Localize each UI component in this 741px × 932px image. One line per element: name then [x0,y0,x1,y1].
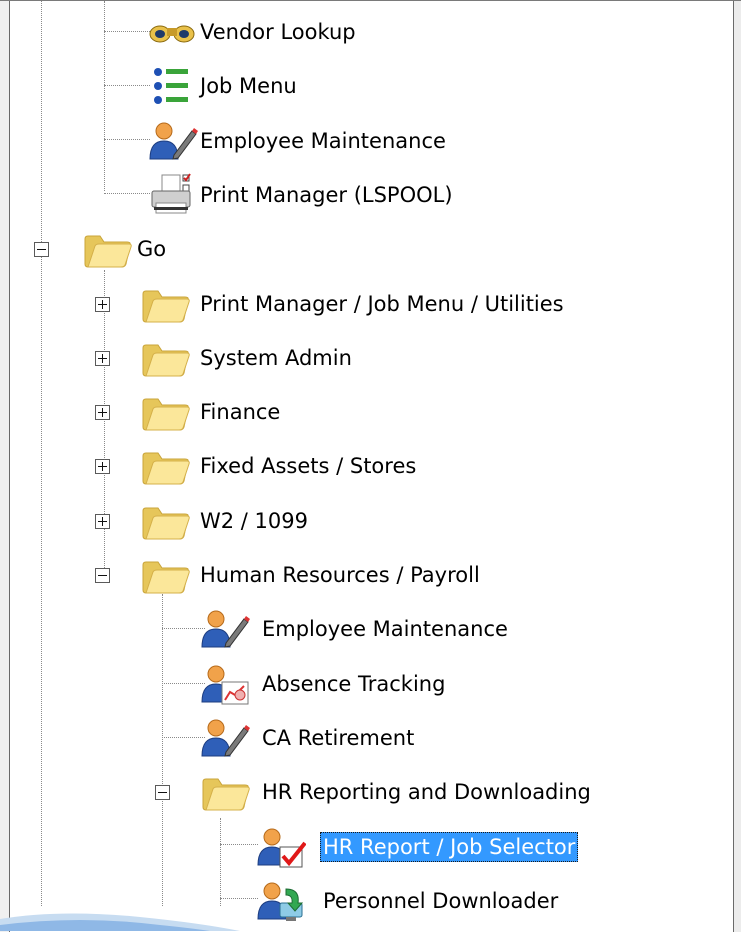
folder-icon [140,336,190,380]
printer-icon [148,173,198,217]
tree-connector-line [104,193,150,194]
tree-connector-line [104,85,150,86]
collapse-icon[interactable] [95,568,110,583]
folder-icon [140,444,190,488]
expand-icon[interactable] [95,514,110,529]
tree-node-system-admin[interactable]: System Admin [197,343,355,373]
user-download-icon [256,879,306,923]
tree-node-go[interactable]: Go [134,234,169,264]
user-check-icon [256,825,306,869]
tree-node-human-resources-payroll[interactable]: Human Resources / Payroll [197,560,483,590]
tree-connector-line [104,139,150,140]
tree-node-employee-maintenance[interactable]: Employee Maintenance [259,614,511,644]
tree-connector-line [220,818,221,906]
tree-connector-line [41,1,42,906]
tree-node-hr-reporting-and-downloading[interactable]: HR Reporting and Downloading [259,777,594,807]
expand-icon[interactable] [95,459,110,474]
expand-icon[interactable] [95,297,110,312]
tree-connector-line [220,844,258,845]
folder-icon [140,282,190,326]
folder-icon [140,499,190,543]
collapse-icon[interactable] [155,785,170,800]
tree-node-print-manager-lspool[interactable]: Print Manager (LSPOOL) [197,180,456,210]
tree-connector-line [104,31,150,32]
tree-node-w2-1099[interactable]: W2 / 1099 [197,506,311,536]
binoculars-icon [148,10,198,54]
taskbar-swoosh-decoration [0,913,240,931]
folder-icon [140,553,190,597]
tree-node-print-manager-job-menu-utilities[interactable]: Print Manager / Job Menu / Utilities [197,289,567,319]
tree-connector-line [104,1,105,191]
folder-icon [82,227,132,271]
tree-node-fixed-assets-stores[interactable]: Fixed Assets / Stores [197,451,419,481]
tree-node-ca-retirement[interactable]: CA Retirement [259,723,417,753]
user-edit-icon [200,716,250,760]
tree-connector-line [162,628,205,629]
tree-connector-line [220,898,258,899]
folder-icon [140,390,190,434]
folder-icon [200,770,250,814]
tree-connector-line [162,737,205,738]
vertical-scrollbar[interactable] [733,1,741,932]
expand-icon[interactable] [95,351,110,366]
expand-icon[interactable] [95,405,110,420]
tree-node-finance[interactable]: Finance [197,397,283,427]
tree-node-job-menu[interactable]: Job Menu [197,71,300,101]
tree-node-vendor-lookup[interactable]: Vendor Lookup [197,17,359,47]
tree-connector-line [162,594,163,906]
tree-node-employee-maintenance[interactable]: Employee Maintenance [197,126,449,156]
tree-node-personnel-downloader[interactable]: Personnel Downloader [320,886,561,916]
user-edit-icon [200,607,250,651]
tree-connector-line [162,683,205,684]
list-icon [148,64,198,108]
tree-view: Vendor Lookup Job Menu Employee Maintenanc… [0,0,741,932]
user-edit-icon [148,119,198,163]
tree-node-absence-tracking[interactable]: Absence Tracking [259,669,448,699]
tree-connector-line [104,270,105,576]
tree-node-hr-report-job-selector[interactable]: HR Report / Job Selector [320,832,579,862]
collapse-icon[interactable] [34,242,49,257]
navigation-tree: Vendor Lookup Job Menu Employee Maintenanc… [0,1,741,932]
user-chart-icon [200,662,250,706]
